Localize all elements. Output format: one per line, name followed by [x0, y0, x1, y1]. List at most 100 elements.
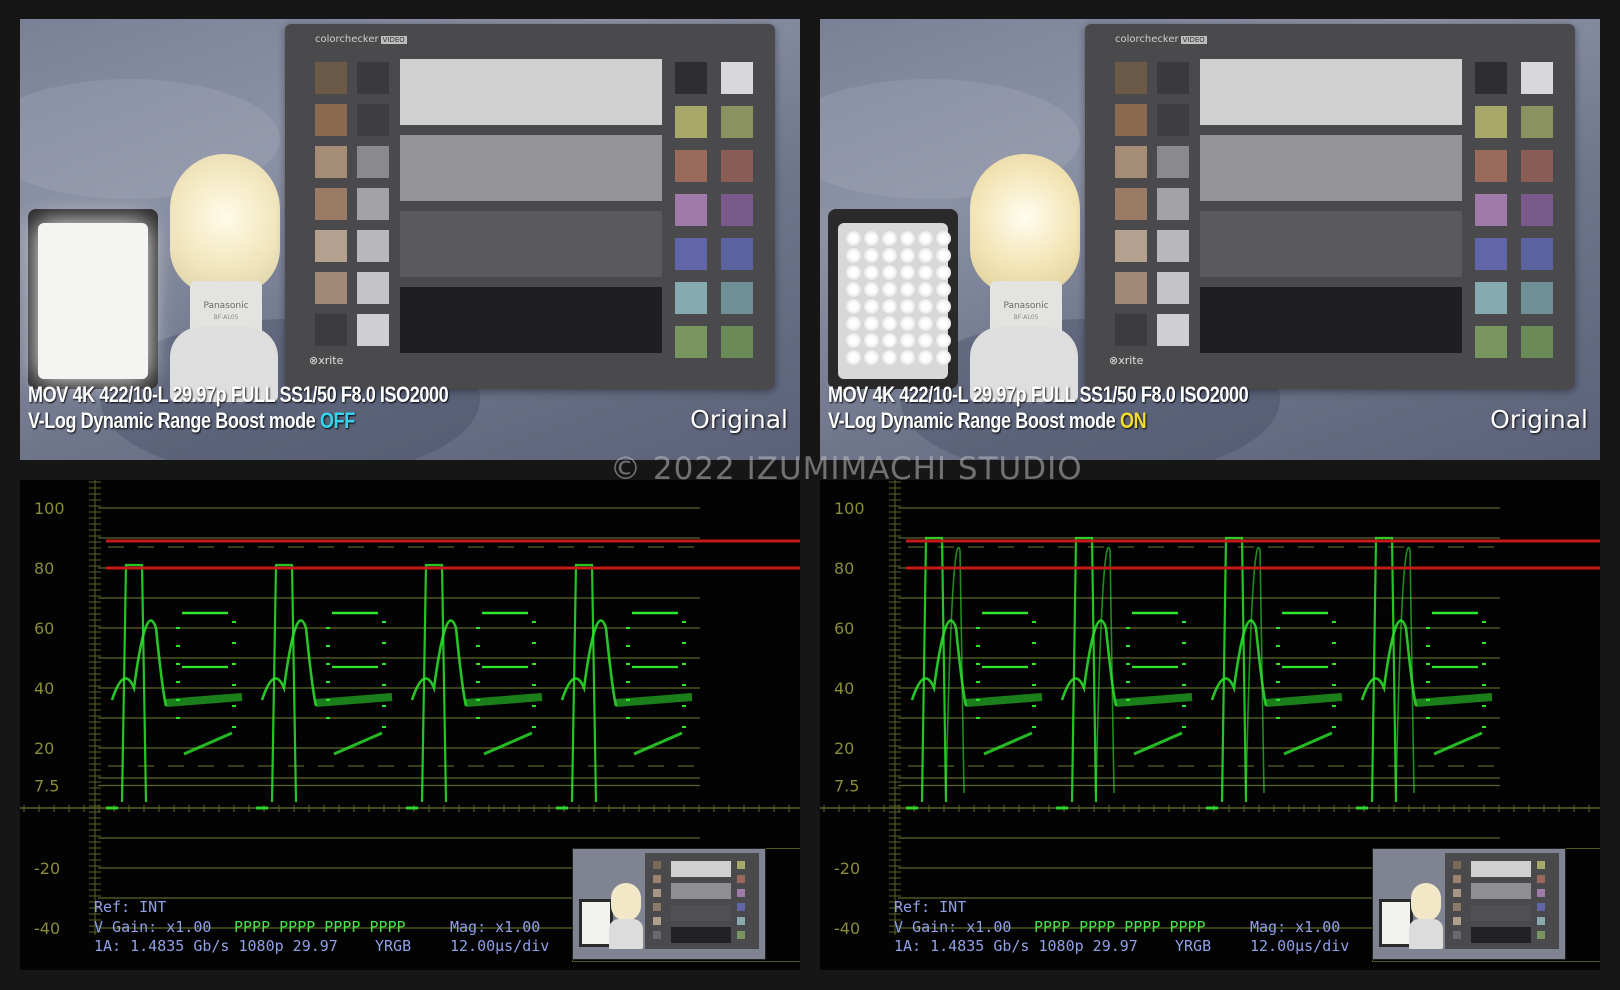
led-dot — [846, 299, 861, 314]
led-light-panel — [28, 209, 158, 389]
trace-gray-low — [333, 731, 383, 756]
color-swatch — [1157, 62, 1189, 94]
trace-gray-low — [1283, 731, 1333, 756]
color-swatch — [1521, 150, 1553, 182]
scale-label: 40 — [34, 679, 54, 698]
trace-hump — [110, 619, 168, 707]
led-dot — [864, 265, 879, 280]
color-swatch — [675, 150, 707, 182]
led-dot — [846, 350, 861, 365]
link-status: 1A: 1.4835 Gb/s 1080p 29.97 — [894, 937, 1138, 955]
led-dot — [864, 316, 879, 331]
trace-spike — [1220, 536, 1248, 803]
led-dot — [900, 231, 915, 246]
trace-gray-low — [633, 731, 683, 756]
scale-label: 20 — [34, 739, 54, 758]
led-dot — [918, 316, 933, 331]
scale-label: 100 — [34, 499, 65, 518]
scale-label: 20 — [834, 739, 854, 758]
xrite-text: xrite — [1118, 354, 1144, 367]
color-swatch — [721, 326, 753, 358]
pppp-status: PPPP PPPP PPPP PPPP — [1034, 918, 1206, 936]
color-swatch — [1521, 62, 1553, 94]
led-dot — [900, 316, 915, 331]
thumb-stand — [609, 919, 643, 949]
thumb-swatch — [653, 931, 661, 939]
led-dot — [846, 248, 861, 263]
led-dot — [900, 333, 915, 348]
led-dot — [882, 282, 897, 297]
trace-spike — [920, 536, 948, 803]
gray-strip — [1200, 59, 1462, 125]
trace-gray-low — [483, 731, 533, 756]
led-dot — [864, 299, 879, 314]
color-swatch — [357, 62, 389, 94]
gray-strip — [400, 211, 662, 277]
light-bulb — [170, 154, 280, 294]
thumb-gray-strip — [671, 883, 731, 899]
color-swatch — [1475, 62, 1507, 94]
scale-label: -40 — [34, 919, 60, 938]
thumb-swatch — [1453, 861, 1461, 869]
led-dot — [882, 265, 897, 280]
thumb-bulb — [1411, 883, 1441, 921]
vgain-status: V Gain: x1.00 — [94, 918, 212, 936]
gray-strip — [1200, 135, 1462, 201]
led-dot — [882, 231, 897, 246]
color-swatch — [1115, 188, 1147, 220]
trace-hump — [410, 619, 468, 707]
scale-label: 40 — [834, 679, 854, 698]
thumb-swatch — [1453, 917, 1461, 925]
led-dot — [846, 316, 861, 331]
led-dot — [918, 350, 933, 365]
gray-strip — [400, 135, 662, 201]
trace-hump — [1210, 619, 1268, 707]
thumb-gray-strip — [1471, 927, 1531, 943]
mode-status: YRGB — [375, 937, 412, 955]
mag-status: Mag: x1.00 — [450, 918, 541, 936]
thumb-swatch — [1537, 931, 1545, 939]
thumb-gray-strip — [671, 927, 731, 943]
thumb-swatch — [1453, 903, 1461, 911]
color-swatch — [1475, 106, 1507, 138]
ref-status: Ref: INT — [894, 898, 967, 916]
led-dot — [918, 282, 933, 297]
waveform-trace — [906, 536, 1493, 810]
led-dot — [846, 333, 861, 348]
thumb-chart — [645, 853, 759, 949]
trace-gray-low — [1433, 731, 1483, 756]
led-dot — [918, 265, 933, 280]
scale-label: -40 — [834, 919, 860, 938]
thumb-swatch — [1453, 889, 1461, 897]
color-swatch — [721, 238, 753, 270]
color-swatch — [1157, 104, 1189, 136]
thumb-swatch — [1537, 889, 1545, 897]
led-dot — [900, 299, 915, 314]
thumb-stand — [1409, 919, 1443, 949]
led-dot — [936, 231, 951, 246]
mode-status: YRGB — [1175, 937, 1212, 955]
trace-spike — [1370, 536, 1398, 803]
photo-panel-left: Panasonic BF-AL05 colorchecker VIDEO ⊗xri… — [20, 19, 800, 460]
scale-label: -20 — [34, 859, 60, 878]
color-checker-chart: colorchecker VIDEO ⊗xrite — [1085, 24, 1575, 389]
color-swatch — [1115, 314, 1147, 346]
led-dot — [882, 333, 897, 348]
color-swatch — [315, 62, 347, 94]
colorchecker-logo: colorchecker VIDEO — [315, 34, 407, 45]
bulb-model-label: BF-AL05 — [213, 314, 239, 321]
led-dot — [918, 299, 933, 314]
led-dot — [936, 333, 951, 348]
ref-status: Ref: INT — [94, 898, 167, 916]
color-swatch — [1157, 146, 1189, 178]
colorchecker-tag: VIDEO — [1180, 36, 1207, 44]
led-dot — [900, 350, 915, 365]
color-swatch — [315, 314, 347, 346]
thumb-gray-strip — [1471, 861, 1531, 877]
color-swatch — [1475, 238, 1507, 270]
thumb-swatch — [1453, 931, 1461, 939]
color-swatch — [1521, 326, 1553, 358]
thumb-swatch — [1537, 917, 1545, 925]
scale-label: 80 — [834, 559, 854, 578]
color-swatch — [721, 106, 753, 138]
